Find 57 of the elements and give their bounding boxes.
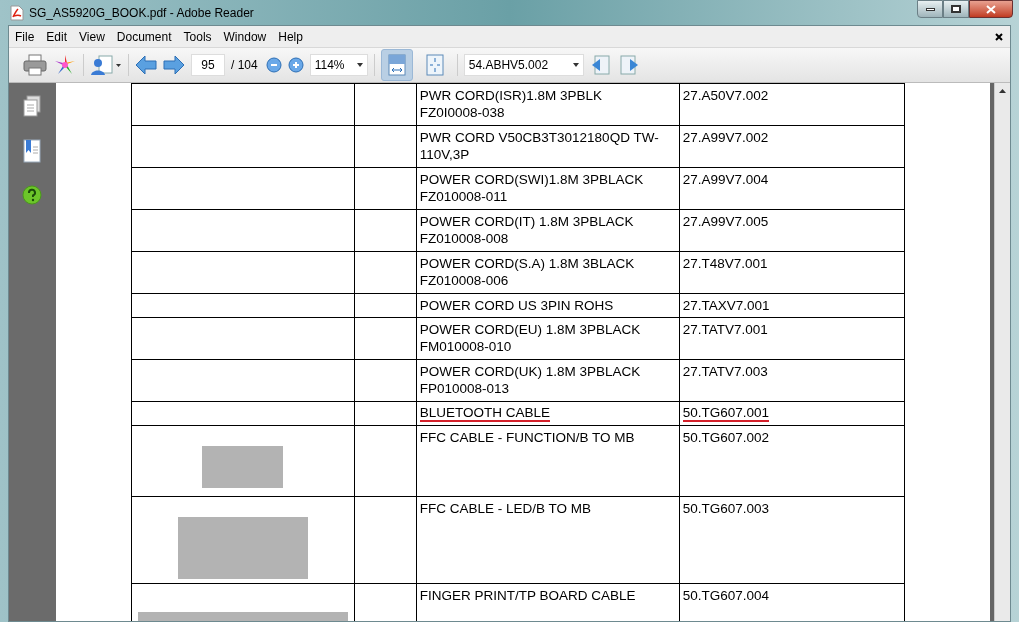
part-number: 50.TG607.004 — [682, 587, 770, 604]
part-number: 27.TATV7.003 — [682, 363, 768, 380]
maximize-button[interactable] — [943, 0, 969, 18]
part-number: 27.TATV7.001 — [682, 321, 768, 338]
bookmarks-icon[interactable] — [23, 139, 42, 163]
menu-item[interactable]: Window — [217, 26, 273, 48]
close-button[interactable] — [969, 0, 1013, 18]
pages-icon[interactable] — [23, 95, 42, 117]
part-description: PWR CORD V50CB3T3012180QD TW- 110V,3P — [419, 129, 659, 163]
part-description: POWER CORD(IT) 1.8M 3PBLACK FZ010008-008 — [419, 213, 634, 247]
menu-item[interactable]: Edit — [40, 26, 74, 48]
next-result-icon[interactable] — [617, 55, 640, 75]
part-description: POWER CORD(EU) 1.8M 3PBLACK FM010008-010 — [419, 321, 641, 355]
close-icon[interactable] — [995, 32, 1003, 41]
caret-icon — [572, 63, 579, 67]
part-number: 27.T48V7.001 — [682, 255, 768, 272]
zoom-out-icon[interactable] — [265, 57, 282, 73]
menu-item[interactable]: Help — [272, 26, 309, 48]
next-page-icon[interactable] — [163, 55, 185, 75]
part-description: PWR CORD(ISR)1.8M 3PBLK FZ0I0008-038 — [419, 87, 603, 121]
part-number: 50.TG607.002 — [682, 429, 770, 446]
user-document-icon[interactable] — [90, 54, 122, 76]
pdf-file-icon — [10, 4, 24, 21]
part-number: 27.A99V7.002 — [682, 129, 769, 146]
menu-item[interactable]: Document — [110, 26, 178, 48]
part-description: BLUETOOTH CABLE — [419, 405, 551, 422]
minimize-button[interactable] — [917, 0, 943, 18]
scrollbar[interactable] — [994, 83, 1010, 621]
caret-icon — [356, 63, 363, 67]
print-icon[interactable] — [23, 54, 47, 76]
page-count: / 104 — [231, 57, 258, 74]
previous-page-icon[interactable] — [135, 55, 157, 75]
search-dropdown[interactable]: 54.ABHV5.002 — [463, 54, 584, 76]
part-description: FFC CABLE - FUNCTION/B TO MB — [419, 429, 635, 446]
help-icon[interactable] — [22, 185, 43, 205]
close-icon — [986, 4, 996, 14]
part-description: POWER CORD(UK) 1.8M 3PBLACK FP010008-013 — [419, 363, 641, 397]
scroll-up-icon[interactable] — [999, 89, 1007, 93]
part-description: POWER CORD(S.A) 1.8M 3BLACK FZ010008-006 — [419, 255, 635, 289]
part-number: 27.A99V7.004 — [682, 171, 769, 188]
part-number: 50.TG607.003 — [682, 500, 770, 517]
menu-item[interactable]: View — [73, 26, 111, 48]
part-description: POWER CORD US 3PIN ROHS — [419, 297, 614, 314]
page-number-field[interactable]: 95 — [191, 54, 225, 76]
zoom-in-icon[interactable] — [287, 57, 304, 73]
menu-item[interactable]: File — [9, 26, 41, 48]
part-number: 27.TAXV7.001 — [682, 297, 770, 314]
part-description: POWER CORD(SWI)1.8M 3PBLACK FZ010008-011 — [419, 171, 644, 205]
window-title: SG_AS5920G_BOOK.pdf - Adobe Reader — [29, 4, 254, 22]
part-description: FFC CABLE - LED/B TO MB — [419, 500, 592, 517]
menu-item[interactable]: Tools — [177, 26, 218, 48]
zoom-dropdown[interactable]: 114% — [309, 54, 368, 76]
part-number: 50.TG607.001 — [682, 405, 770, 422]
part-description: FINGER PRINT/TP BOARD CABLE — [419, 587, 636, 604]
part-number: 27.A50V7.002 — [682, 87, 769, 104]
fit-width-button[interactable] — [380, 49, 413, 81]
part-number: 27.A99V7.005 — [682, 213, 769, 230]
